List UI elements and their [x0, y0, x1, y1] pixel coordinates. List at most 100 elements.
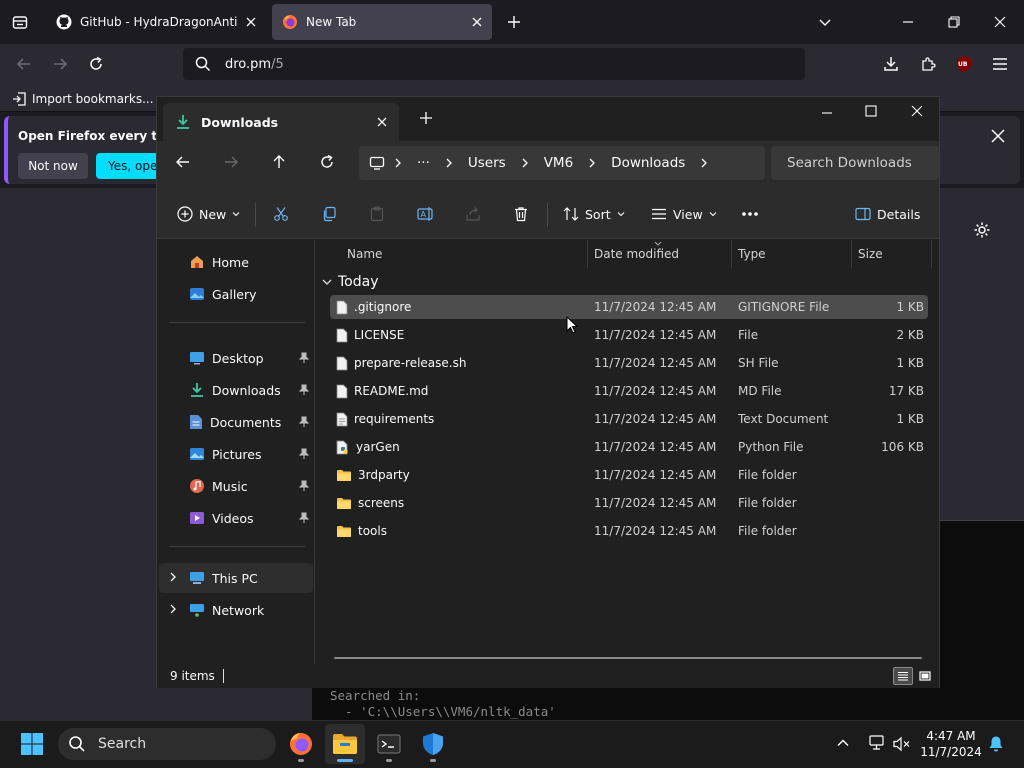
details-view-button[interactable] [893, 667, 913, 685]
column-header-type[interactable]: Type [732, 240, 852, 268]
nav-item-videos[interactable]: Videos [159, 503, 313, 533]
back-button[interactable] [10, 50, 38, 78]
taskbar-file-explorer[interactable] [325, 724, 365, 764]
copy-button[interactable] [321, 199, 337, 229]
explorer-new-tab-button[interactable] [419, 111, 433, 125]
column-header-size[interactable]: Size [852, 240, 932, 268]
taskbar-clock[interactable]: 4:47 AM 11/7/2024 [920, 728, 982, 760]
cut-button[interactable] [273, 199, 289, 229]
url-bar[interactable]: dro.pm/5 [183, 48, 805, 80]
pin-icon[interactable] [299, 384, 309, 396]
folder-row-3rdparty[interactable]: 3rdparty 11/7/2024 12:45 AM File folder [330, 463, 928, 487]
close-tab-icon[interactable] [472, 17, 482, 27]
windows-logo-icon [21, 733, 43, 755]
forward-button[interactable] [46, 50, 74, 78]
close-tab-icon[interactable] [246, 17, 256, 27]
file-row-readme[interactable]: README.md 11/7/2024 12:45 AM MD File 17 … [330, 379, 928, 403]
ublock-origin-button[interactable]: UB [950, 50, 978, 78]
nav-item-this-pc[interactable]: This PC [159, 563, 313, 593]
notifications-button[interactable] [988, 735, 1004, 753]
pin-icon[interactable] [299, 512, 309, 524]
explorer-close-button[interactable] [911, 105, 923, 117]
explorer-forward-button[interactable] [223, 154, 239, 170]
list-all-tabs-button[interactable] [811, 8, 839, 36]
start-button[interactable] [12, 724, 52, 764]
taskbar-firefox[interactable] [281, 724, 321, 764]
share-button[interactable] [465, 199, 481, 229]
nav-item-gallery[interactable]: Gallery [159, 279, 313, 309]
close-tab-icon[interactable] [377, 117, 387, 127]
group-header-today[interactable]: Today [322, 274, 379, 290]
downloads-button[interactable] [877, 50, 905, 78]
pin-icon[interactable] [299, 352, 309, 364]
folder-row-screens[interactable]: screens 11/7/2024 12:45 AM File folder [330, 491, 928, 515]
new-button[interactable]: New [177, 199, 240, 229]
breadcrumb[interactable]: ··· Users VM6 Downloads [359, 146, 765, 180]
pin-icon[interactable] [299, 416, 309, 428]
paste-button[interactable] [369, 199, 385, 229]
file-row-yargen[interactable]: yarGen 11/7/2024 12:45 AM Python File 10… [330, 435, 928, 459]
nav-item-desktop[interactable]: Desktop [159, 343, 313, 373]
search-downloads-input[interactable]: Search Downloads [771, 146, 939, 180]
explorer-up-button[interactable] [271, 154, 287, 170]
taskbar-windows-security[interactable] [413, 724, 453, 764]
taskbar-search-box[interactable]: Search [58, 728, 276, 760]
nav-item-downloads[interactable]: Downloads [159, 375, 313, 405]
chevron-down-icon [709, 212, 717, 217]
customize-new-tab-button[interactable] [968, 216, 996, 244]
monitor-icon[interactable] [369, 155, 385, 171]
chevron-right-icon[interactable] [169, 572, 177, 582]
pin-icon[interactable] [299, 448, 309, 460]
volume-muted-icon[interactable] [893, 736, 911, 752]
rename-button[interactable]: A [417, 199, 435, 229]
details-pane-button[interactable]: Details [855, 199, 920, 229]
column-header-date-modified[interactable]: Date modified [588, 240, 732, 268]
restore-button[interactable] [940, 8, 968, 36]
breadcrumb-vm6[interactable]: VM6 [538, 155, 579, 171]
tab-new-tab[interactable]: New Tab [272, 4, 492, 40]
nav-item-home[interactable]: Home [159, 247, 313, 277]
breadcrumb-users[interactable]: Users [462, 155, 512, 171]
reload-button[interactable] [82, 50, 110, 78]
delete-button[interactable] [513, 199, 529, 229]
explorer-tab-downloads[interactable]: Downloads [163, 103, 399, 141]
import-bookmarks-link[interactable]: Import bookmarks... [12, 90, 154, 108]
more-locations-icon[interactable]: ··· [411, 155, 436, 171]
file-list-pane: Name Date modified Type Size Today .giti… [316, 240, 939, 664]
not-now-button[interactable]: Not now [18, 153, 88, 179]
file-row-license[interactable]: LICENSE 11/7/2024 12:45 AM File 2 KB [330, 323, 928, 347]
banner-close-button[interactable] [984, 122, 1012, 150]
taskbar-terminal[interactable] [369, 724, 409, 764]
nav-item-pictures[interactable]: Pictures [159, 439, 313, 469]
firefox-view-icon[interactable] [6, 8, 34, 36]
chevron-right-icon[interactable] [691, 158, 717, 168]
sort-button[interactable]: Sort [563, 199, 625, 229]
minimize-button[interactable] [894, 8, 922, 36]
see-more-button[interactable] [741, 199, 759, 229]
new-tab-button[interactable] [500, 8, 528, 36]
explorer-maximize-button[interactable] [865, 105, 877, 117]
nav-item-music[interactable]: Music [159, 471, 313, 501]
app-menu-button[interactable] [986, 50, 1014, 78]
explorer-back-button[interactable] [175, 154, 191, 170]
view-button[interactable]: View [651, 199, 717, 229]
breadcrumb-downloads[interactable]: Downloads [605, 155, 691, 171]
close-window-button[interactable] [986, 8, 1014, 36]
folder-row-tools[interactable]: tools 11/7/2024 12:45 AM File folder [330, 519, 928, 543]
large-icons-view-button[interactable] [915, 667, 935, 685]
file-row-prepare-release[interactable]: prepare-release.sh 11/7/2024 12:45 AM SH… [330, 351, 928, 375]
explorer-refresh-button[interactable] [319, 154, 335, 170]
extensions-button[interactable] [914, 50, 942, 78]
file-row-gitignore[interactable]: .gitignore 11/7/2024 12:45 AM GITIGNORE … [330, 295, 928, 319]
column-header-name[interactable]: Name [340, 240, 588, 268]
chevron-right-icon[interactable] [169, 604, 177, 614]
tab-github[interactable]: GitHub - HydraDragonAntivirus [46, 4, 266, 40]
pin-icon[interactable] [299, 480, 309, 492]
horizontal-scrollbar[interactable] [334, 657, 922, 659]
show-hidden-icons-button[interactable] [836, 736, 850, 750]
network-status-icon[interactable] [868, 735, 886, 751]
nav-item-documents[interactable]: Documents [159, 407, 313, 437]
explorer-minimize-button[interactable] [821, 107, 833, 119]
file-row-requirements[interactable]: requirements 11/7/2024 12:45 AM Text Doc… [330, 407, 928, 431]
nav-item-network[interactable]: Network [159, 595, 313, 625]
